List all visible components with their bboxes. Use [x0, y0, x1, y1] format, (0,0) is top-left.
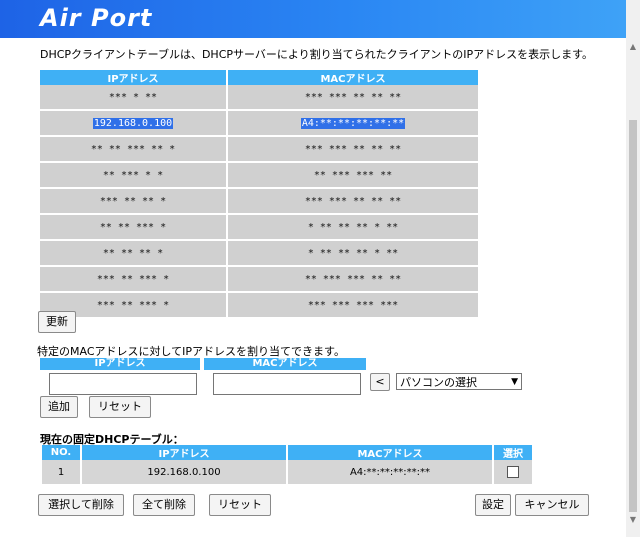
assign-mac-header: MACアドレス: [204, 358, 366, 370]
vertical-scrollbar[interactable]: ▲ ▼: [626, 0, 640, 537]
pc-select-value: パソコンの選択: [400, 376, 477, 389]
table-row: *** ** *** * ** *** *** ** **: [40, 267, 478, 293]
ip-cell: *** ** *** *: [40, 267, 228, 293]
footer-reset-button[interactable]: リセット: [209, 494, 271, 516]
selected-ip-text: 192.168.0.100: [92, 117, 174, 129]
ip-cell: ** ** *** ** *: [40, 137, 228, 163]
ip-cell: ** *** * *: [40, 163, 228, 189]
add-button[interactable]: 追加: [40, 396, 78, 418]
ip-cell: 192.168.0.100: [82, 460, 286, 484]
table-row: *** * ** *** *** ** ** **: [40, 85, 478, 111]
mac-cell: *** *** *** ***: [228, 293, 478, 317]
assign-instruction-text: 特定のMACアドレスに対してIPアドレスを割り当てできます。: [37, 345, 345, 358]
table-row: 1 192.168.0.100 A4:**:**:**:**:**: [42, 460, 532, 484]
mac-cell: *** *** ** ** **: [228, 137, 478, 163]
ip-cell: ** ** *** *: [40, 215, 228, 241]
table-row: *** ** ** * *** *** ** ** **: [40, 189, 478, 215]
pc-select-dropdown[interactable]: パソコンの選択 ▼: [396, 373, 522, 390]
mac-cell: ** *** *** ** **: [228, 267, 478, 293]
cancel-button[interactable]: キャンセル: [515, 494, 589, 516]
dhcp-client-table: IPアドレス MACアドレス *** * ** *** *** ** ** **…: [40, 70, 478, 317]
table-row: *** ** *** * *** *** *** ***: [40, 293, 478, 317]
scroll-down-icon[interactable]: ▼: [626, 513, 640, 527]
mac-address-input[interactable]: [213, 373, 361, 395]
fixed-dhcp-table: NO. IPアドレス MACアドレス 選択 1 192.168.0.100 A4…: [40, 445, 534, 484]
ip-cell: 192.168.0.100: [40, 111, 228, 137]
assign-ip-header: IPアドレス: [40, 358, 200, 370]
column-header-select: 選択: [494, 445, 532, 460]
no-cell: 1: [42, 460, 80, 484]
apply-button[interactable]: 設定: [475, 494, 511, 516]
ip-cell: *** * **: [40, 85, 228, 111]
column-header-no: NO.: [42, 445, 80, 460]
delete-all-button[interactable]: 全て削除: [133, 494, 195, 516]
row-select-checkbox[interactable]: [507, 466, 519, 478]
copy-arrow-button[interactable]: <: [370, 373, 390, 391]
ip-address-input[interactable]: [49, 373, 197, 395]
table-row: ** *** * * ** *** *** **: [40, 163, 478, 189]
mac-cell: *** *** ** ** **: [228, 85, 478, 111]
refresh-button[interactable]: 更新: [38, 311, 76, 333]
mac-cell: * ** ** ** * **: [228, 215, 478, 241]
mac-cell: A4:**:**:**:**:**: [288, 460, 492, 484]
delete-selected-button[interactable]: 選択して削除: [38, 494, 124, 516]
ip-cell: ** ** ** *: [40, 241, 228, 267]
table-row: ** ** *** * * ** ** ** * **: [40, 215, 478, 241]
assign-reset-button[interactable]: リセット: [89, 396, 151, 418]
column-header-mac: MACアドレス: [228, 70, 478, 85]
mac-cell: * ** ** ** * **: [228, 241, 478, 267]
mac-cell: A4:**:**:**:**:**: [228, 111, 478, 137]
column-header-ip: IPアドレス: [82, 445, 286, 460]
table-row: ** ** *** ** * *** *** ** ** **: [40, 137, 478, 163]
column-header-mac: MACアドレス: [288, 445, 492, 460]
chevron-down-icon: ▼: [511, 377, 518, 387]
column-header-ip: IPアドレス: [40, 70, 228, 85]
table-row: ** ** ** * * ** ** ** * **: [40, 241, 478, 267]
table-row: 192.168.0.100 A4:**:**:**:**:**: [40, 111, 478, 137]
mac-cell: *** *** ** ** **: [228, 189, 478, 215]
ip-cell: *** ** ** *: [40, 189, 228, 215]
mac-cell: ** *** *** **: [228, 163, 478, 189]
scroll-up-icon[interactable]: ▲: [626, 40, 640, 54]
intro-text: DHCPクライアントテーブルは、DHCPサーバーにより割り当てられたクライアント…: [40, 48, 594, 61]
app-header: Air Port: [0, 0, 626, 38]
selected-mac-text: A4:**:**:**:**:**: [300, 117, 406, 129]
airport-logo: Air Port: [40, 4, 153, 32]
select-cell: [494, 460, 532, 484]
scrollbar-thumb[interactable]: [629, 120, 637, 512]
